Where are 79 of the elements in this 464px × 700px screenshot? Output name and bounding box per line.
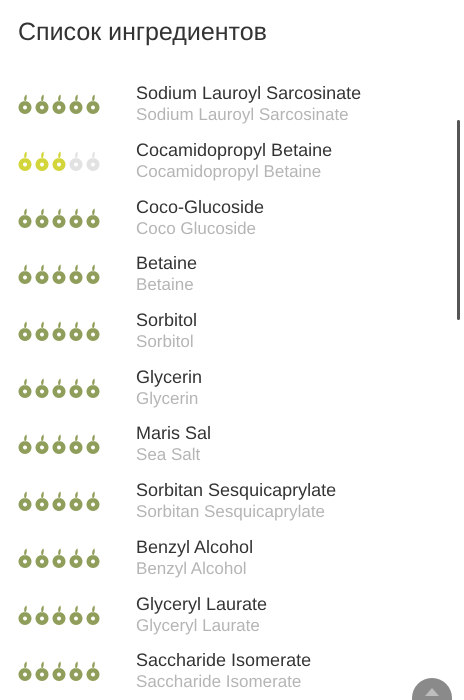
filled-drop-icon — [85, 264, 101, 284]
filled-drop-icon — [17, 548, 33, 568]
filled-drop-icon — [51, 208, 67, 228]
ingredient-name: Saccharide Isomerate — [136, 649, 312, 672]
ingredient-subtitle: Sorbitan Sesquicaprylate — [136, 501, 326, 524]
ingredient-subtitle: Benzyl Alcohol — [136, 558, 248, 580]
filled-drop-icon — [34, 661, 50, 682]
filled-drop-icon — [85, 434, 101, 454]
filled-drop-icon — [17, 378, 33, 398]
filled-drop-icon — [34, 94, 50, 114]
filled-drop-icon — [68, 94, 84, 114]
filled-drop-icon — [85, 548, 101, 568]
filled-drop-icon — [51, 661, 67, 682]
ingredient-name: Sorbitol — [136, 309, 198, 332]
ingredient-name: Cocamidopropyl Betaine — [136, 139, 332, 162]
filled-drop-icon — [85, 604, 101, 625]
filled-drop-icon — [17, 604, 33, 625]
filled-drop-icon — [85, 661, 101, 682]
filled-drop-icon — [51, 378, 67, 398]
ingredient-subtitle: Sodium Lauroyl Sarcosinate — [136, 104, 350, 126]
filled-drop-icon — [51, 548, 67, 568]
filled-drop-icon — [34, 264, 50, 284]
filled-drop-icon — [68, 548, 84, 568]
empty-drop-icon — [68, 151, 84, 172]
filled-drop-icon — [85, 208, 101, 228]
filled-drop-icon — [17, 151, 33, 172]
ingredient-name: Maris Sal — [136, 422, 212, 444]
page-title: Список ингредиентов — [17, 17, 268, 48]
filled-drop-icon — [68, 434, 84, 454]
ingredient-name: Sorbitan Sesquicaprylate — [136, 479, 336, 502]
filled-drop-icon — [51, 264, 67, 284]
filled-drop-icon — [34, 321, 50, 342]
ingredient-name: Sodium Lauroyl Sarcosinate — [136, 82, 362, 104]
ingredient-subtitle: Betaine — [136, 274, 195, 296]
filled-drop-icon — [34, 208, 50, 228]
filled-drop-icon — [34, 434, 50, 454]
ingredient-name: Coco-Glucoside — [136, 196, 264, 218]
ingredient-name: Glycerin — [136, 366, 202, 388]
filled-drop-icon — [85, 378, 101, 398]
filled-drop-icon — [17, 264, 33, 284]
empty-drop-icon — [85, 151, 101, 172]
filled-drop-icon — [85, 94, 101, 114]
filled-drop-icon — [68, 604, 84, 625]
filled-drop-icon — [85, 491, 101, 512]
ingredient-subtitle: Cocamidopropyl Betaine — [136, 161, 322, 184]
filled-drop-icon — [85, 321, 101, 342]
filled-drop-icon — [68, 321, 84, 342]
ingredient-name: Glyceryl Laurate — [136, 592, 268, 615]
filled-drop-icon — [34, 378, 50, 398]
filled-drop-icon — [51, 434, 67, 454]
filled-drop-icon — [68, 661, 84, 682]
ingredient-subtitle: Sorbitol — [136, 331, 195, 354]
filled-drop-icon — [51, 491, 67, 512]
ingredient-subtitle: Glycerin — [136, 388, 200, 410]
ingredient-name: Benzyl Alcohol — [136, 536, 254, 558]
ingredient-subtitle: Sea Salt — [136, 444, 202, 466]
filled-drop-icon — [34, 151, 50, 172]
filled-drop-icon — [17, 491, 33, 512]
ingredient-name: Betaine — [136, 252, 198, 274]
filled-drop-icon — [17, 434, 33, 454]
filled-drop-icon — [51, 321, 67, 342]
filled-drop-icon — [51, 151, 67, 172]
filled-drop-icon — [17, 94, 33, 114]
filled-drop-icon — [68, 491, 84, 512]
filled-drop-icon — [34, 491, 50, 512]
up-triangle-icon — [425, 688, 439, 696]
ingredient-subtitle: Saccharide Isomerate — [136, 671, 302, 694]
ingredient-subtitle: Glyceryl Laurate — [136, 614, 261, 637]
ingredient-subtitle: Coco Glucoside — [136, 218, 258, 240]
filled-drop-icon — [34, 604, 50, 625]
filled-drop-icon — [68, 208, 84, 228]
filled-drop-icon — [17, 321, 33, 342]
filled-drop-icon — [34, 548, 50, 568]
filled-drop-icon — [51, 94, 67, 114]
filled-drop-icon — [68, 378, 84, 398]
filled-drop-icon — [68, 264, 84, 284]
filled-drop-icon — [51, 604, 67, 625]
filled-drop-icon — [17, 661, 33, 682]
filled-drop-icon — [17, 208, 33, 228]
